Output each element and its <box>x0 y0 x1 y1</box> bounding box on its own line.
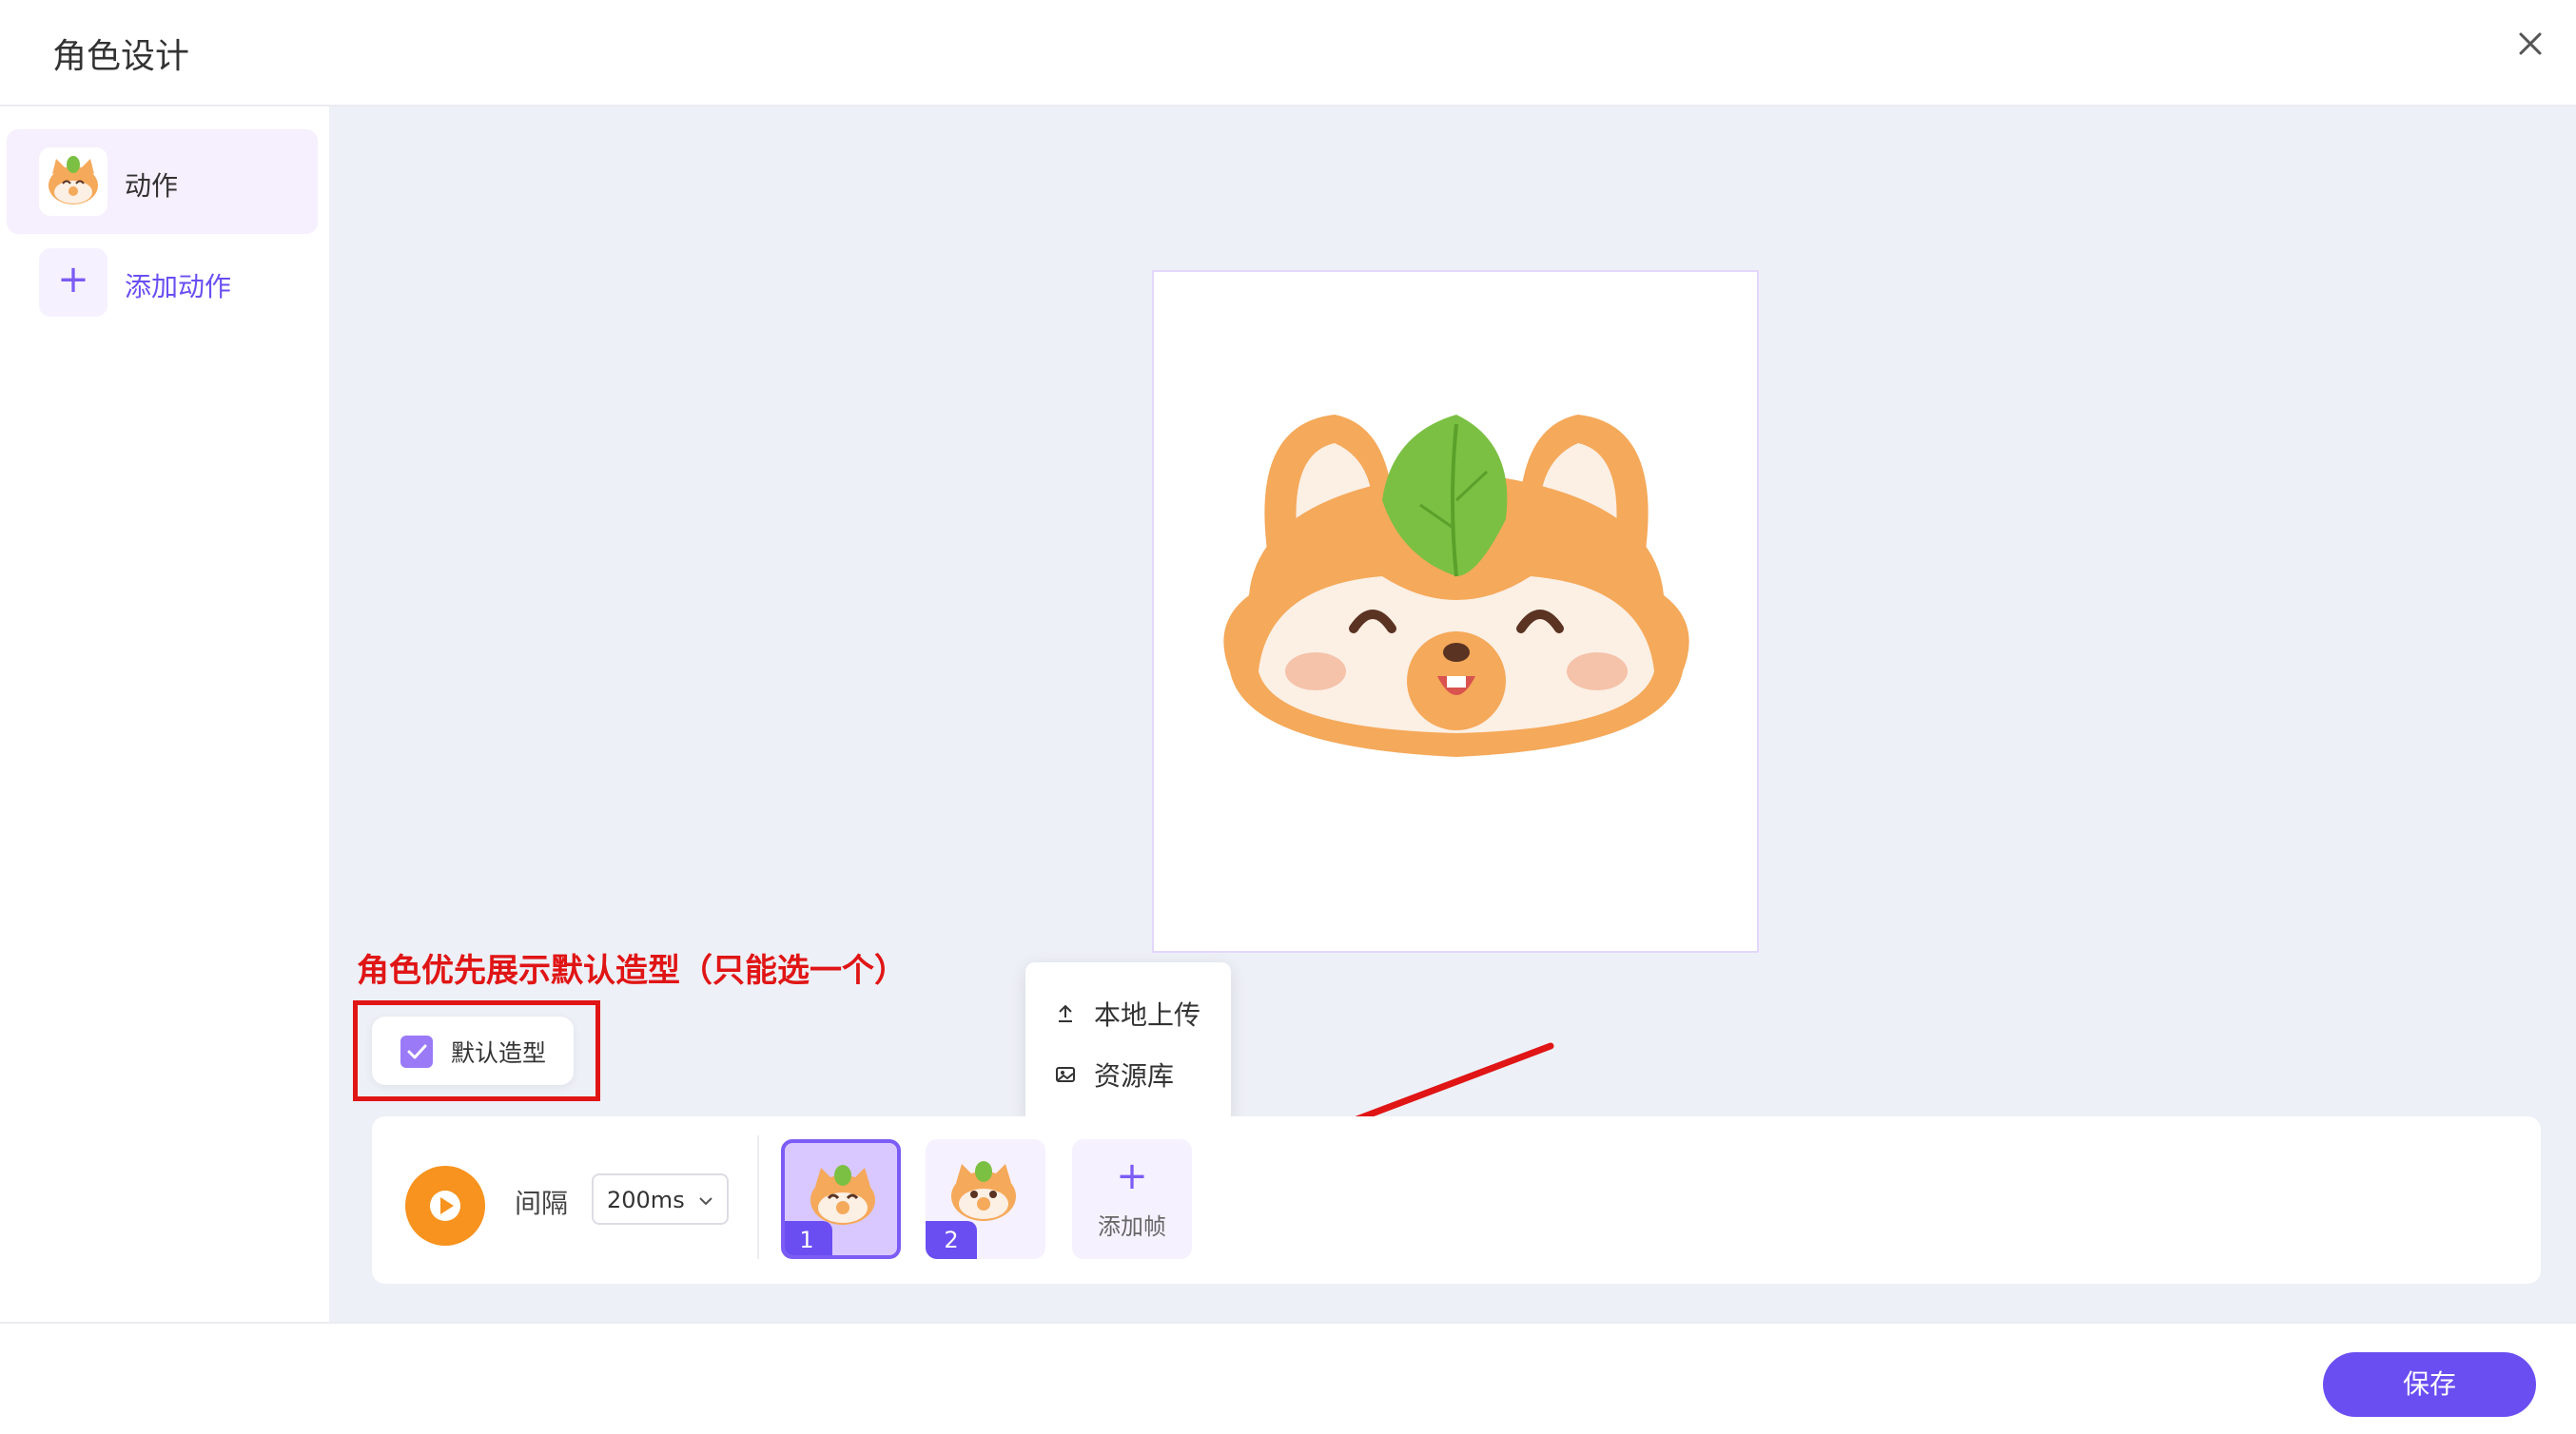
upload-icon <box>1059 1004 1072 1022</box>
action-sidebar: 动作 + 添加动作 <box>0 107 329 1322</box>
interval-label: 间隔 <box>515 1188 569 1219</box>
plus-icon: + <box>1116 1154 1148 1198</box>
chevron-down-icon <box>699 1197 712 1206</box>
timeline-panel: 间隔 200ms 1 2 + 添加帧 <box>372 1116 2541 1284</box>
interval-select[interactable]: 200ms <box>592 1173 729 1225</box>
frame-thumbnail-1[interactable]: 1 <box>781 1139 901 1259</box>
character-preview <box>1152 270 1759 953</box>
frame-thumbnail-2[interactable]: 2 <box>926 1139 1045 1259</box>
menu-item-local-upload[interactable]: 本地上传 <box>1054 995 1200 1033</box>
divider <box>757 1135 759 1259</box>
play-button[interactable] <box>405 1166 485 1246</box>
menu-item-label: 本地上传 <box>1094 999 1201 1031</box>
plus-icon: + <box>39 248 107 317</box>
annotation-text: 角色优先展示默认造型（只能选一个） <box>357 952 907 990</box>
interval-value: 200ms <box>607 1187 685 1213</box>
add-action-button[interactable]: + 添加动作 <box>7 240 318 325</box>
sidebar-item-action[interactable]: 动作 <box>7 129 318 234</box>
frame-number: 2 <box>926 1221 977 1259</box>
image-icon <box>1056 1067 1075 1082</box>
add-action-label: 添加动作 <box>125 271 232 302</box>
default-shape-label: 默认造型 <box>451 1039 547 1067</box>
squirrel-character-image <box>1223 415 1689 757</box>
add-frame-button[interactable]: + 添加帧 <box>1072 1139 1192 1259</box>
add-frame-label: 添加帧 <box>1098 1213 1166 1240</box>
sidebar-item-label: 动作 <box>125 170 179 202</box>
save-button[interactable]: 保存 <box>2323 1352 2536 1417</box>
checkbox-checked-icon <box>400 1036 433 1068</box>
dialog-footer: 保存 <box>0 1322 2576 1434</box>
default-shape-checkbox[interactable]: 默认造型 <box>372 1017 574 1085</box>
dialog-title: 角色设计 <box>52 37 190 76</box>
close-icon[interactable] <box>2513 27 2547 61</box>
dialog-header: 角色设计 <box>0 0 2576 107</box>
frame-number: 1 <box>785 1221 832 1255</box>
menu-item-resource-library[interactable]: 资源库 <box>1054 1056 1174 1094</box>
squirrel-thumbnail <box>39 147 107 216</box>
menu-item-label: 资源库 <box>1094 1060 1175 1092</box>
